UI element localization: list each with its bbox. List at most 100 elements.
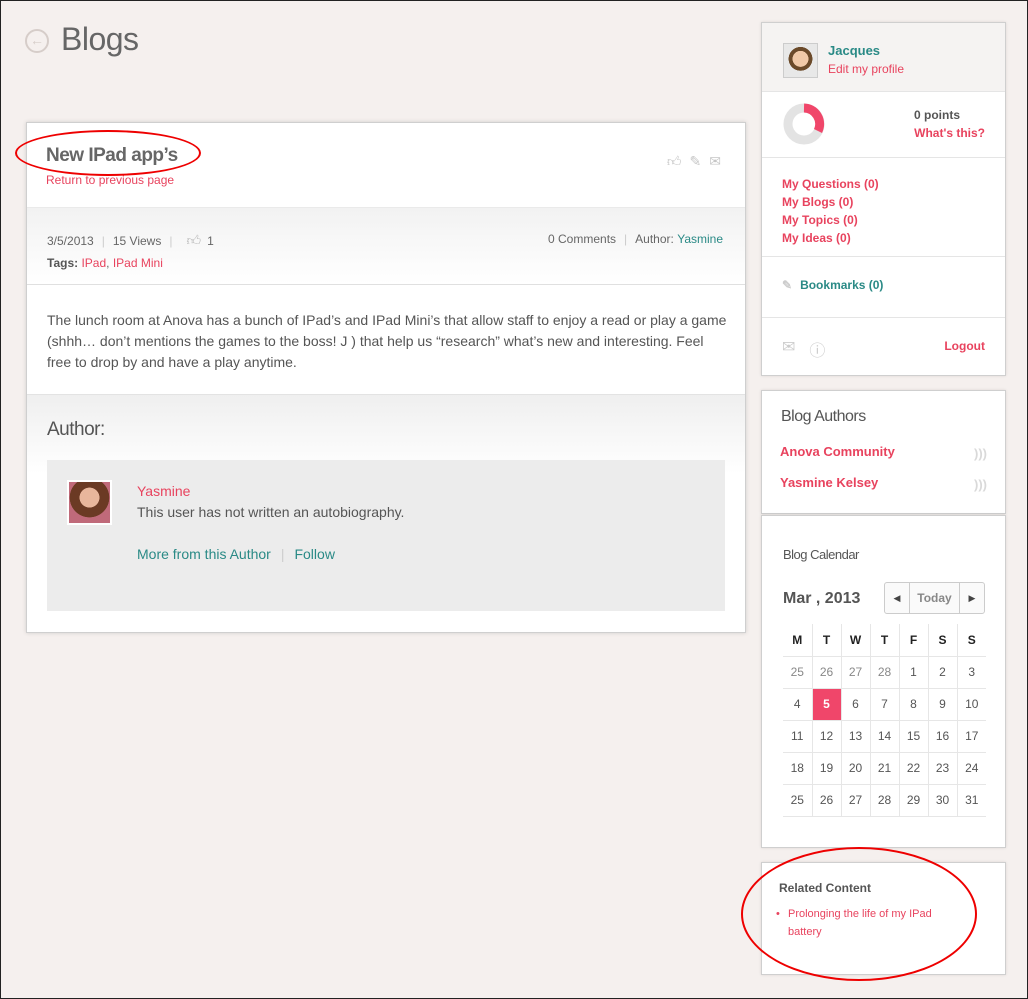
calendar-day[interactable]: 3 <box>956 655 986 689</box>
related-content-title: Related Content <box>779 881 872 895</box>
calendar-day[interactable]: 18 <box>783 751 813 785</box>
blog-author-link[interactable]: Yasmine Kelsey <box>780 475 878 490</box>
tags-label: Tags: <box>47 256 79 270</box>
blog-post-card: New IPad app’s Return to previous page 👍… <box>26 122 746 633</box>
follow-link[interactable]: Follow <box>294 546 334 562</box>
calendar-day[interactable]: 19 <box>811 751 842 785</box>
post-actions: 👍︎ ✎ ✉ <box>667 153 721 170</box>
next-month-icon[interactable]: ▶ <box>960 583 984 613</box>
weekday-header: S <box>956 624 986 657</box>
post-meta: 3/5/2013 | 15 Views | 👍︎ 1 <box>47 232 214 249</box>
calendar-day[interactable]: 2 <box>927 655 958 689</box>
calendar-day[interactable]: 13 <box>840 719 871 753</box>
calendar-day[interactable]: 23 <box>927 751 958 785</box>
calendar-day[interactable]: 30 <box>927 783 958 817</box>
calendar-grid: MTWTFSS 25 26 27 28 1 2 3 4 5 6 7 8 9 10 11 12 13 14 15 16 1… <box>783 624 986 817</box>
info-icon[interactable]: ⓘ <box>809 337 825 361</box>
calendar-day[interactable]: 4 <box>783 687 813 721</box>
author-bio: This user has not written an autobiograp… <box>137 504 405 520</box>
user-avatar[interactable] <box>783 43 818 78</box>
points-donut-chart <box>783 103 825 145</box>
calendar-week: 18 19 20 21 22 23 24 <box>783 751 986 785</box>
post-body: The lunch room at Anova has a bunch of I… <box>47 312 727 370</box>
separator: | <box>101 233 105 248</box>
calendar-day[interactable]: 14 <box>869 719 900 753</box>
calendar-day[interactable]: 17 <box>956 719 986 753</box>
tag-link[interactable]: IPad Mini <box>113 256 163 270</box>
like-count: 1 <box>207 233 214 248</box>
divider <box>762 157 1005 158</box>
weekday-header: M <box>783 624 813 657</box>
calendar-day[interactable]: 20 <box>840 751 871 785</box>
edit-profile-link[interactable]: Edit my profile <box>828 62 904 76</box>
calendar-day[interactable]: 21 <box>869 751 900 785</box>
calendar-day[interactable]: 16 <box>927 719 958 753</box>
calendar-week: 4 5 6 7 8 9 10 <box>783 687 986 721</box>
calendar-day[interactable]: 29 <box>898 783 929 817</box>
more-from-author-link[interactable]: More from this Author <box>137 546 271 562</box>
calendar-day[interactable]: 31 <box>956 783 986 817</box>
points-help-link[interactable]: What's this? <box>914 126 985 140</box>
calendar-day[interactable]: 27 <box>840 783 871 817</box>
rss-icon[interactable]: ))) <box>974 477 987 492</box>
calendar-day[interactable]: 28 <box>869 783 900 817</box>
calendar-day[interactable]: 25 <box>783 783 813 817</box>
calendar-day[interactable]: 12 <box>811 719 842 753</box>
blog-author-link[interactable]: Anova Community <box>780 444 895 459</box>
author-link[interactable]: Yasmine <box>677 232 723 246</box>
weekday-header: T <box>869 624 900 657</box>
calendar-day[interactable]: 1 <box>898 655 929 689</box>
thumbs-up-icon[interactable]: 👍︎ <box>667 153 682 170</box>
author-avatar[interactable] <box>67 480 112 525</box>
separator: | <box>624 232 628 246</box>
post-title: New IPad app’s <box>46 145 178 166</box>
blog-authors-title: Blog Authors <box>781 408 866 425</box>
calendar-day[interactable]: 15 <box>898 719 929 753</box>
envelope-icon[interactable]: ✉ <box>709 153 721 170</box>
calendar-day[interactable]: 9 <box>927 687 958 721</box>
author-name-link[interactable]: Yasmine <box>137 483 190 499</box>
user-name[interactable]: Jacques <box>828 43 880 58</box>
logout-link[interactable]: Logout <box>944 339 985 353</box>
back-arrow-icon[interactable]: ← <box>25 29 49 53</box>
divider <box>762 91 1005 92</box>
my-questions-link[interactable]: My Questions (0) <box>782 175 879 193</box>
my-blogs-link[interactable]: My Blogs (0) <box>782 193 879 211</box>
calendar-week: 25 26 27 28 29 30 31 <box>783 783 986 817</box>
divider <box>762 256 1005 257</box>
prev-month-icon[interactable]: ◀ <box>885 583 909 613</box>
my-ideas-link[interactable]: My Ideas (0) <box>782 229 879 247</box>
my-topics-link[interactable]: My Topics (0) <box>782 211 879 229</box>
post-views: 15 Views <box>112 233 162 248</box>
calendar-day[interactable]: 10 <box>956 687 986 721</box>
calendar-day[interactable]: 6 <box>840 687 871 721</box>
like-icon[interactable]: 👍︎ <box>186 232 201 249</box>
envelope-icon[interactable]: ✉ <box>782 337 795 361</box>
separator: | <box>280 546 285 562</box>
today-button[interactable]: Today <box>909 583 960 613</box>
calendar-day[interactable]: 25 <box>783 655 813 689</box>
bookmarks-label: Bookmarks (0) <box>800 278 884 292</box>
related-content-card: Related Content Prolonging the life of m… <box>761 862 1006 975</box>
comment-count[interactable]: 0 Comments <box>548 232 616 246</box>
calendar-day[interactable]: 8 <box>898 687 929 721</box>
calendar-day[interactable]: 11 <box>783 719 813 753</box>
calendar-nav: ◀ Today ▶ <box>884 582 985 614</box>
related-content-link[interactable]: Prolonging the life of my IPad battery <box>776 905 963 941</box>
calendar-day[interactable]: 26 <box>811 783 842 817</box>
bookmarks-link[interactable]: ✎ Bookmarks (0) <box>782 278 883 292</box>
tag-link[interactable]: IPad <box>81 256 106 270</box>
author-heading: Author: <box>47 419 105 440</box>
calendar-day[interactable]: 24 <box>956 751 986 785</box>
calendar-day[interactable]: 28 <box>869 655 900 689</box>
page-title: Blogs <box>61 21 139 57</box>
author-links: More from this Author | Follow <box>137 546 335 562</box>
calendar-day[interactable]: 5 <box>811 687 842 721</box>
calendar-day[interactable]: 26 <box>811 655 842 689</box>
calendar-day[interactable]: 7 <box>869 687 900 721</box>
calendar-day[interactable]: 22 <box>898 751 929 785</box>
return-link[interactable]: Return to previous page <box>46 173 174 187</box>
calendar-day[interactable]: 27 <box>840 655 871 689</box>
rss-icon[interactable]: ))) <box>974 446 987 461</box>
bookmark-icon[interactable]: ✎ <box>690 153 702 170</box>
